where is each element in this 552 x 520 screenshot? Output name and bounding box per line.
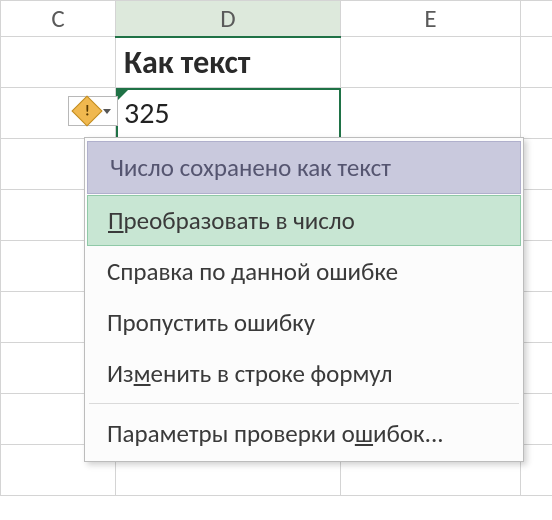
col-header-next[interactable] <box>521 1 552 37</box>
cell-f7[interactable] <box>521 292 552 343</box>
warning-diamond-icon: ! <box>71 95 102 126</box>
cell-f5[interactable] <box>521 190 552 241</box>
col-header-d[interactable]: D <box>116 1 341 37</box>
menu-item-edit-in-formula-bar[interactable]: Изменить в строке формул <box>85 348 523 399</box>
col-header-c[interactable]: C <box>1 1 116 37</box>
cell-c2[interactable] <box>1 37 116 88</box>
warning-bang: ! <box>84 102 89 120</box>
menu-title-number-stored-as-text: Число сохранено как текст <box>87 141 521 194</box>
error-smart-tag[interactable]: ! <box>68 96 118 126</box>
cell-f4[interactable] <box>521 139 552 190</box>
error-options-menu: Число сохранено как текст Преобразовать … <box>84 137 524 462</box>
menu-item-convert-to-number[interactable]: Преобразовать в число <box>87 195 521 246</box>
menu-item-help-on-error[interactable]: Справка по данной ошибке <box>85 246 523 297</box>
cell-f9[interactable] <box>521 394 552 445</box>
menu-item-error-checking-options[interactable]: Параметры проверки ошибок... <box>85 408 523 459</box>
cell-f8[interactable] <box>521 343 552 394</box>
cell-f10[interactable] <box>521 445 552 496</box>
column-header-row: C D E <box>1 1 552 37</box>
cell-f6[interactable] <box>521 241 552 292</box>
cell-d2[interactable]: Как текст <box>116 37 341 88</box>
cell-f3[interactable] <box>521 88 552 139</box>
cell-e2[interactable] <box>341 37 521 88</box>
cell-d3-selected[interactable]: 325 <box>116 88 341 139</box>
col-header-e[interactable]: E <box>341 1 521 37</box>
cell-e3[interactable] <box>341 88 521 139</box>
menu-item-ignore-error[interactable]: Пропустить ошибку <box>85 297 523 348</box>
cell-f2[interactable] <box>521 37 552 88</box>
chevron-down-icon <box>103 109 111 114</box>
menu-separator <box>89 403 519 404</box>
